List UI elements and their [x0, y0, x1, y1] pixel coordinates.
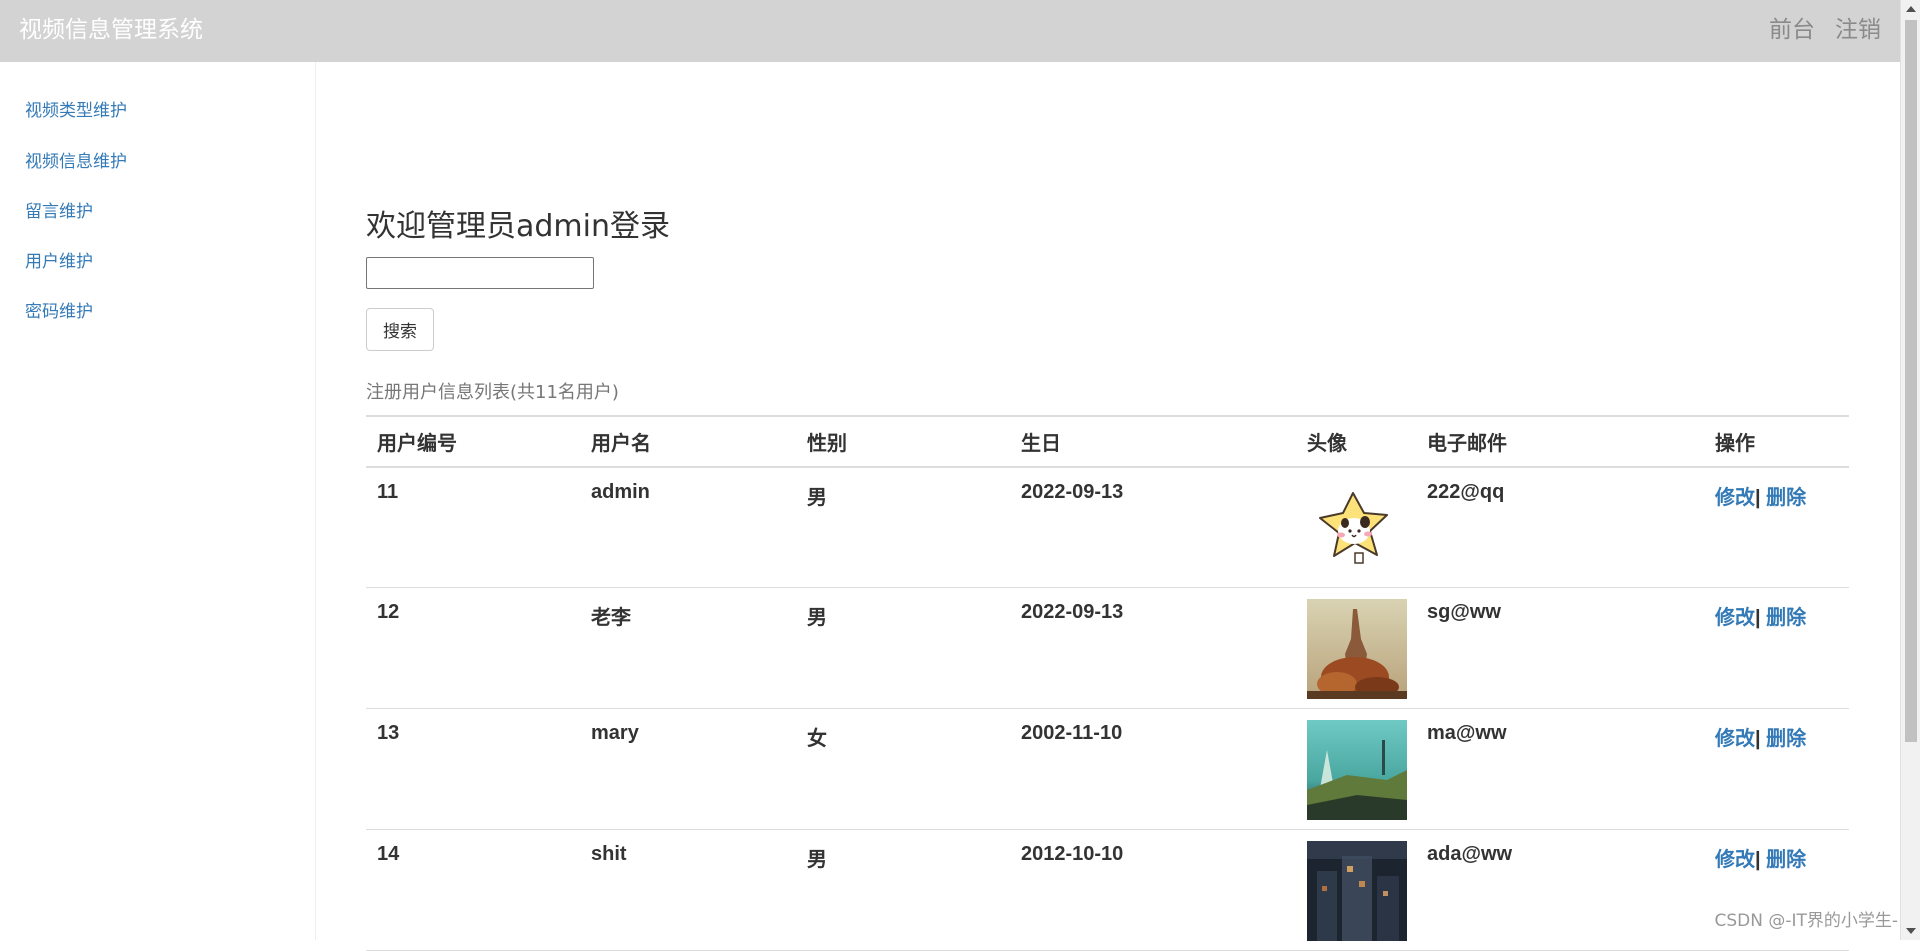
- sidebar-item-video-types[interactable]: 视频类型维护: [25, 99, 127, 123]
- edit-link[interactable]: 修改: [1715, 607, 1755, 629]
- brand-title[interactable]: 视频信息管理系统: [19, 14, 203, 46]
- action-separator: |: [1755, 487, 1761, 509]
- sidebar-item-password[interactable]: 密码维护: [25, 300, 93, 324]
- cell-username: 老李: [580, 587, 796, 708]
- cell-gender: 男: [796, 829, 1010, 950]
- table-header-row: 用户编号 用户名 性别 生日 头像 电子邮件 操作: [366, 416, 1849, 467]
- cell-user-id: 11: [366, 467, 580, 587]
- cell-user-id: 12: [366, 587, 580, 708]
- header-username: 用户名: [580, 416, 796, 467]
- sidebar: 视频类型维护 视频信息维护 留言维护 用户维护 密码维护: [0, 62, 316, 940]
- action-separator: |: [1755, 607, 1761, 629]
- dark-city-avatar: [1307, 841, 1407, 941]
- header-email: 电子邮件: [1416, 416, 1704, 467]
- table-row: 11 admin 男 2022-09-13: [366, 467, 1849, 587]
- action-separator: |: [1755, 849, 1761, 871]
- cell-email: sg@ww: [1416, 587, 1704, 708]
- search-button[interactable]: 搜索: [366, 308, 434, 351]
- welcome-heading: 欢迎管理员admin登录: [366, 207, 670, 247]
- table-row: 12 老李 男 2022-09-13: [366, 587, 1849, 708]
- delete-link[interactable]: 删除: [1766, 849, 1806, 871]
- cell-gender: 女: [796, 708, 1010, 829]
- cell-avatar: [1296, 829, 1416, 950]
- nav-link-frontend[interactable]: 前台: [1769, 14, 1815, 46]
- cell-username: admin: [580, 467, 796, 587]
- cell-username: shit: [580, 829, 796, 950]
- edit-link[interactable]: 修改: [1715, 487, 1755, 509]
- cell-email: ada@ww: [1416, 829, 1704, 950]
- cell-gender: 男: [796, 467, 1010, 587]
- search-input[interactable]: [366, 257, 594, 289]
- delete-link[interactable]: 删除: [1766, 728, 1806, 750]
- cell-birthday: 2022-09-13: [1010, 467, 1296, 587]
- star-cartoon-avatar: [1307, 479, 1407, 579]
- sidebar-item-messages[interactable]: 留言维护: [25, 200, 93, 224]
- teal-landscape-avatar: [1307, 720, 1407, 820]
- nav-link-logout[interactable]: 注销: [1835, 14, 1881, 46]
- vertical-scrollbar[interactable]: [1900, 0, 1920, 940]
- header-actions: 操作: [1704, 416, 1849, 467]
- delete-link[interactable]: 删除: [1766, 487, 1806, 509]
- cell-birthday: 2002-11-10: [1010, 708, 1296, 829]
- top-navbar: 视频信息管理系统 前台 注销: [0, 0, 1900, 62]
- header-gender: 性别: [796, 416, 1010, 467]
- header-birthday: 生日: [1010, 416, 1296, 467]
- sidebar-item-video-info[interactable]: 视频信息维护: [25, 150, 127, 174]
- cell-user-id: 14: [366, 829, 580, 950]
- cell-username: mary: [580, 708, 796, 829]
- cell-actions: 修改| 删除: [1704, 708, 1849, 829]
- cell-birthday: 2022-09-13: [1010, 587, 1296, 708]
- castle-painting-avatar: [1307, 599, 1407, 699]
- action-separator: |: [1755, 728, 1761, 750]
- edit-link[interactable]: 修改: [1715, 728, 1755, 750]
- cell-user-id: 13: [366, 708, 580, 829]
- cell-birthday: 2012-10-10: [1010, 829, 1296, 950]
- header-user-id: 用户编号: [366, 416, 580, 467]
- cell-avatar: [1296, 587, 1416, 708]
- table-row: 14 shit 男 2012-10-10: [366, 829, 1849, 950]
- cell-avatar: [1296, 708, 1416, 829]
- users-table-container: 用户编号 用户名 性别 生日 头像 电子邮件 操作 11 admin 男 202…: [366, 415, 1849, 951]
- edit-link[interactable]: 修改: [1715, 849, 1755, 871]
- scroll-down-icon[interactable]: [1906, 928, 1916, 934]
- watermark: CSDN @-IT界的小学生-: [1714, 910, 1898, 932]
- scroll-up-icon[interactable]: [1906, 6, 1916, 12]
- navbar-links: 前台 注销: [1769, 14, 1881, 46]
- cell-email: 222@qq: [1416, 467, 1704, 587]
- table-caption: 注册用户信息列表(共11名用户): [366, 380, 619, 406]
- users-table: 用户编号 用户名 性别 生日 头像 电子邮件 操作 11 admin 男 202…: [366, 415, 1849, 951]
- cell-actions: 修改| 删除: [1704, 467, 1849, 587]
- sidebar-item-users[interactable]: 用户维护: [25, 250, 93, 274]
- cell-actions: 修改| 删除: [1704, 587, 1849, 708]
- cell-gender: 男: [796, 587, 1010, 708]
- scrollbar-thumb[interactable]: [1905, 20, 1917, 742]
- delete-link[interactable]: 删除: [1766, 607, 1806, 629]
- cell-avatar: [1296, 467, 1416, 587]
- table-row: 13 mary 女 2002-11-10: [366, 708, 1849, 829]
- header-avatar: 头像: [1296, 416, 1416, 467]
- cell-email: ma@ww: [1416, 708, 1704, 829]
